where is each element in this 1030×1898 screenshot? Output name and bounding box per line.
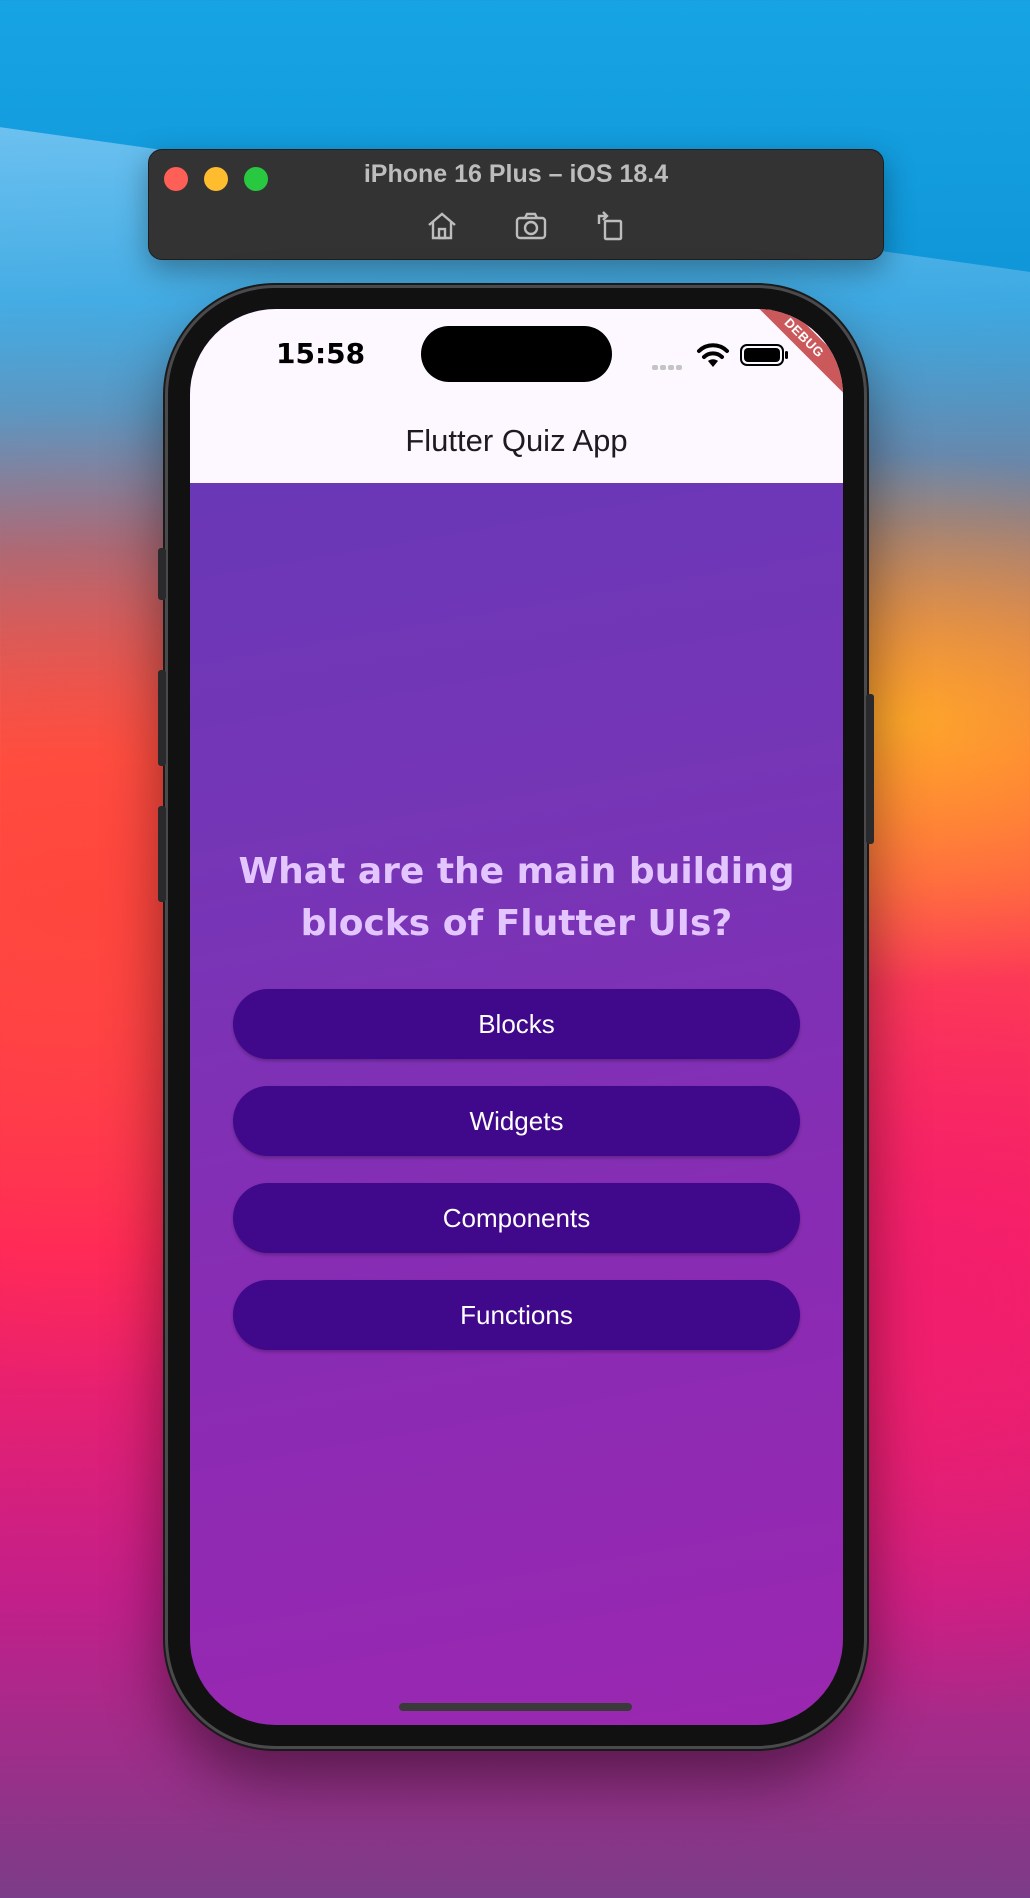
wifi-icon xyxy=(696,341,730,369)
simulator-toolbar xyxy=(149,208,883,244)
volume-down-button xyxy=(158,806,166,902)
status-time: 15:58 xyxy=(276,337,366,370)
question-text: What are the main building blocks of Flu… xyxy=(238,851,795,944)
simulator-title-bar: iPhone 16 Plus – iOS 18.4 xyxy=(148,149,884,260)
app-bar-title: Flutter Quiz App xyxy=(405,423,628,458)
home-indicator[interactable] xyxy=(399,1703,632,1711)
battery-icon xyxy=(740,343,790,367)
app-bar: 15:58 DEBUG Flutter Quiz App xyxy=(190,309,843,483)
rotate-icon[interactable] xyxy=(593,208,629,244)
dynamic-island xyxy=(421,326,612,382)
power-button xyxy=(866,694,874,844)
action-button xyxy=(158,548,166,600)
home-icon[interactable] xyxy=(424,208,460,244)
phone-screen: 15:58 DEBUG Flutter Quiz App What are th… xyxy=(190,309,843,1725)
screenshot-icon[interactable] xyxy=(513,208,549,244)
answer-button-widgets[interactable]: Widgets xyxy=(233,1086,800,1156)
answer-button-components[interactable]: Components xyxy=(233,1183,800,1253)
answer-button-blocks[interactable]: Blocks xyxy=(233,989,800,1059)
answer-button-functions[interactable]: Functions xyxy=(233,1280,800,1350)
volume-up-button xyxy=(158,670,166,766)
simulator-title: iPhone 16 Plus – iOS 18.4 xyxy=(363,160,669,188)
cellular-signal-icon xyxy=(652,357,686,370)
